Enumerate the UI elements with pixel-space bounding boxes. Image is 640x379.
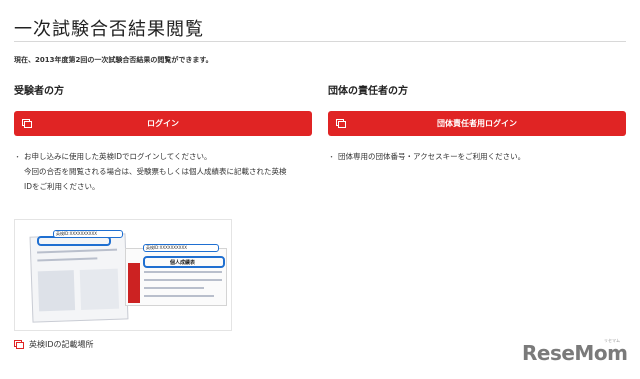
resemom-watermark: ReseMom: [522, 341, 628, 365]
examinee-note-line-3: IDをご利用ください。: [24, 182, 100, 191]
eiken-id-sample-image: 英検ID:XXXXXXXXXX 個人成績表 英検ID:XXXXXXXXXX: [14, 219, 232, 331]
examinee-heading: 受験者の方: [14, 86, 64, 97]
title-divider: [14, 41, 626, 42]
window-link-icon: [14, 340, 24, 349]
group-leader-heading: 団体の責任者の方: [328, 86, 408, 97]
admission-ticket-sheet: [29, 233, 129, 323]
examinee-note-line-1: お申し込みに使用した英検IDでログインしてください。: [24, 152, 212, 161]
bullet-dot: ・: [14, 153, 21, 161]
bullet-dot: ・: [328, 153, 335, 161]
window-link-icon: [22, 119, 32, 128]
eiken-id-location-label: 英検IDの記載場所: [29, 340, 94, 349]
examinee-note-line-2: 今回の合否を閲覧される場合は、受験票もしくは個人成績表に記載された英検: [24, 167, 287, 176]
examinee-login-button[interactable]: ログイン: [14, 111, 312, 136]
id-callout-right: 英検ID:XXXXXXXXXX: [143, 244, 219, 252]
intro-text: 現在、2013年度第2回の一次試験合否結果の閲覧ができます。: [14, 56, 213, 64]
id-callout-left: 英検ID:XXXXXXXXXX: [53, 230, 123, 238]
group-note-line-1: 団体専用の団体番号・アクセスキーをご利用ください。: [338, 152, 526, 161]
eiken-id-location-link[interactable]: 英検IDの記載場所: [14, 339, 94, 350]
window-link-icon: [336, 119, 346, 128]
group-leader-login-button[interactable]: 団体責任者用ログイン: [328, 111, 626, 136]
examinee-login-label: ログイン: [147, 119, 179, 128]
resemom-watermark-kana: リセマム: [604, 338, 620, 343]
id-highlight-right: [143, 256, 225, 268]
group-leader-login-label: 団体責任者用ログイン: [437, 119, 517, 128]
page-title: 一次試験合否結果閲覧: [14, 19, 204, 40]
